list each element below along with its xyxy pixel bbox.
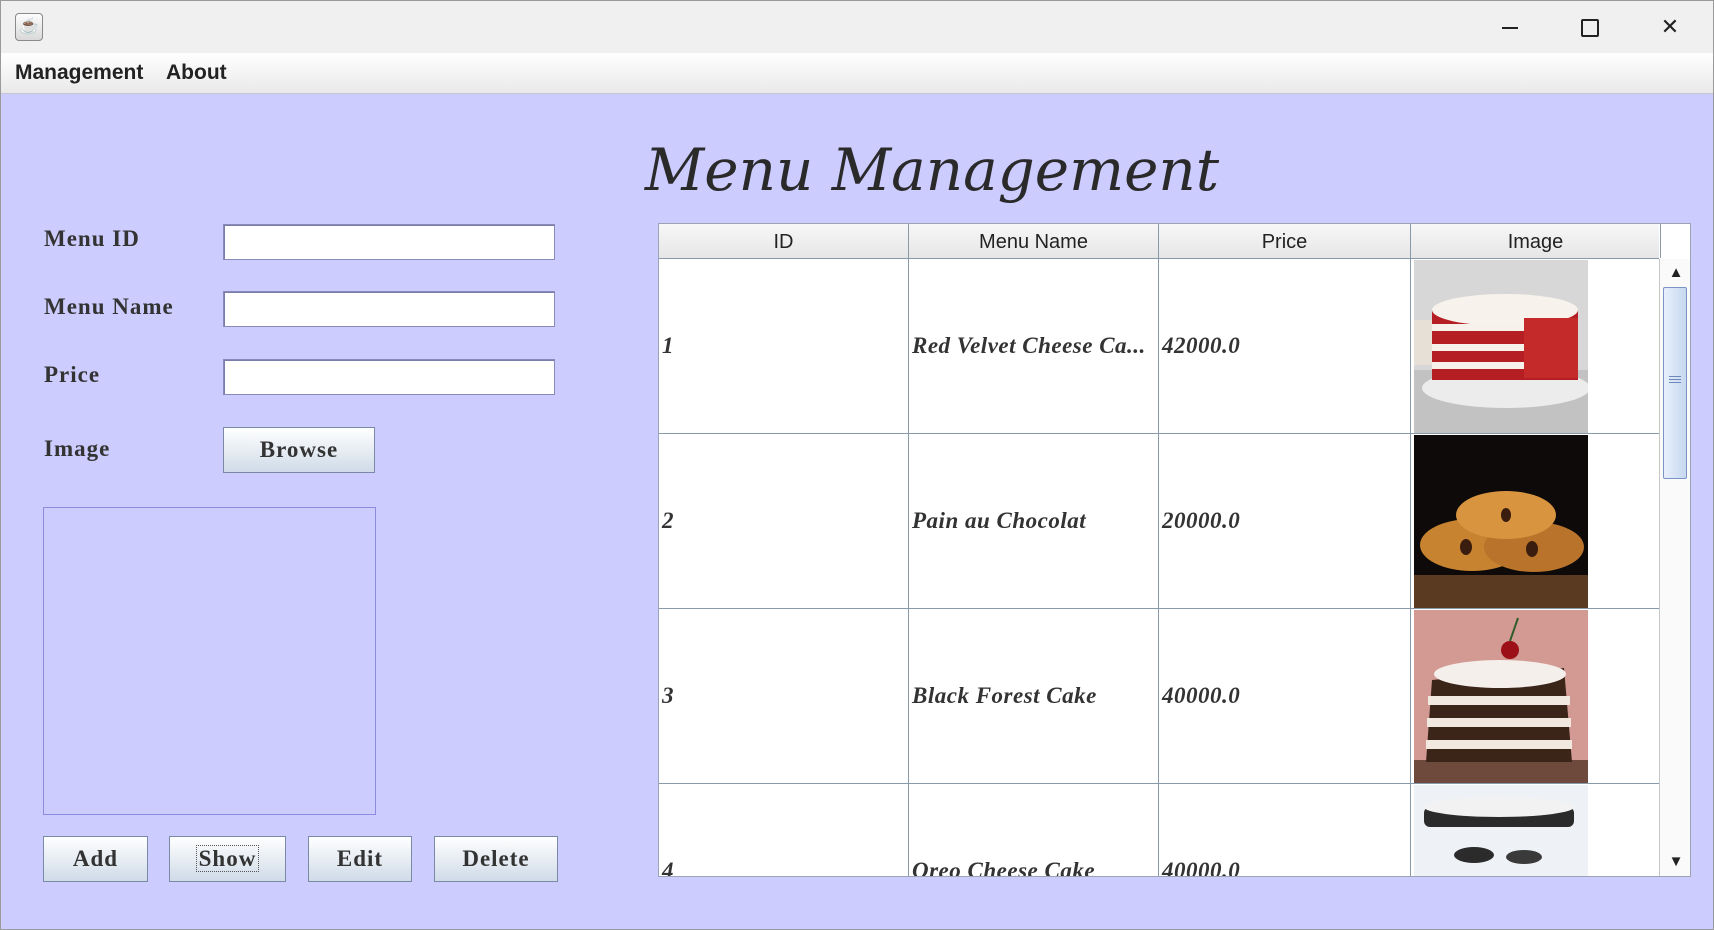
price-field[interactable] (223, 359, 555, 395)
black-forest-cake-photo (1414, 610, 1588, 783)
grip-icon (1669, 376, 1681, 377)
price-label: Price (44, 362, 101, 387)
page-title: Menu Management (644, 136, 1220, 204)
column-header-image[interactable]: Image (1411, 224, 1661, 258)
cell-menu-name: Pain au Chocolat (909, 434, 1159, 608)
column-header-menu-name[interactable]: Menu Name (909, 224, 1159, 258)
table-header: ID Menu Name Price Image (659, 224, 1661, 259)
red-velvet-cake-photo (1414, 260, 1588, 433)
title-bar: ☕ ✕ (1, 1, 1713, 53)
maximize-button[interactable] (1555, 5, 1625, 49)
add-button[interactable]: Add (43, 836, 148, 882)
table-row[interactable]: 3 Black Forest Cake 40000.0 (659, 609, 1659, 784)
java-coffee-icon[interactable]: ☕ (15, 13, 43, 41)
cell-price: 40000.0 (1159, 784, 1411, 876)
menu-id-field[interactable] (223, 224, 555, 260)
menu-id-label: Menu ID (44, 226, 140, 251)
cell-image (1411, 784, 1659, 876)
show-button[interactable]: Show (169, 836, 286, 882)
pain-au-chocolat-photo (1414, 435, 1588, 608)
cell-image (1411, 609, 1659, 783)
menu-bar: Management About (1, 53, 1713, 94)
menu-about[interactable]: About (166, 61, 227, 85)
table-body: 1 Red Velvet Cheese Ca... 42000.0 2 Pain… (659, 259, 1659, 876)
scroll-thumb[interactable] (1663, 287, 1687, 479)
column-header-id[interactable]: ID (659, 224, 909, 258)
edit-button[interactable]: Edit (308, 836, 412, 882)
image-preview (43, 507, 376, 815)
close-button[interactable]: ✕ (1635, 5, 1705, 49)
close-icon: ✕ (1660, 14, 1680, 39)
delete-button[interactable]: Delete (434, 836, 558, 882)
cell-id: 4 (659, 784, 909, 876)
cell-id: 1 (659, 259, 909, 433)
show-button-label: Show (195, 845, 260, 872)
table-scrollbar[interactable]: ▲ ▼ (1659, 259, 1690, 876)
cell-image (1411, 434, 1659, 608)
menu-name-field[interactable] (223, 291, 555, 327)
app-window: ☕ ✕ Management About Menu Management Men… (0, 0, 1714, 930)
menu-name-label: Menu Name (44, 294, 174, 319)
column-header-price[interactable]: Price (1159, 224, 1411, 258)
table-row[interactable]: 1 Red Velvet Cheese Ca... 42000.0 (659, 259, 1659, 434)
cell-price: 20000.0 (1159, 434, 1411, 608)
cell-menu-name: Black Forest Cake (909, 609, 1159, 783)
table-row[interactable]: 4 Oreo Cheese Cake 40000.0 (659, 784, 1659, 876)
maximize-icon (1581, 19, 1599, 38)
cell-menu-name: Red Velvet Cheese Ca... (909, 259, 1159, 433)
minimize-button[interactable] (1475, 5, 1545, 49)
cell-menu-name: Oreo Cheese Cake (909, 784, 1159, 876)
image-label: Image (44, 436, 111, 461)
cell-price: 42000.0 (1159, 259, 1411, 433)
cell-price: 40000.0 (1159, 609, 1411, 783)
scroll-down-icon[interactable]: ▼ (1666, 852, 1686, 872)
cell-image (1411, 259, 1659, 433)
cell-id: 2 (659, 434, 909, 608)
main-panel: Menu Management Menu ID Menu Name Price … (1, 94, 1713, 929)
minimize-icon (1502, 27, 1518, 30)
menu-table[interactable]: ID Menu Name Price Image 1 Red Velvet Ch… (658, 223, 1691, 877)
oreo-cheesecake-photo (1414, 785, 1588, 876)
browse-button[interactable]: Browse (223, 427, 375, 473)
scroll-up-icon[interactable]: ▲ (1666, 263, 1686, 283)
menu-management[interactable]: Management (15, 61, 143, 85)
table-row[interactable]: 2 Pain au Chocolat 20000.0 (659, 434, 1659, 609)
cell-id: 3 (659, 609, 909, 783)
